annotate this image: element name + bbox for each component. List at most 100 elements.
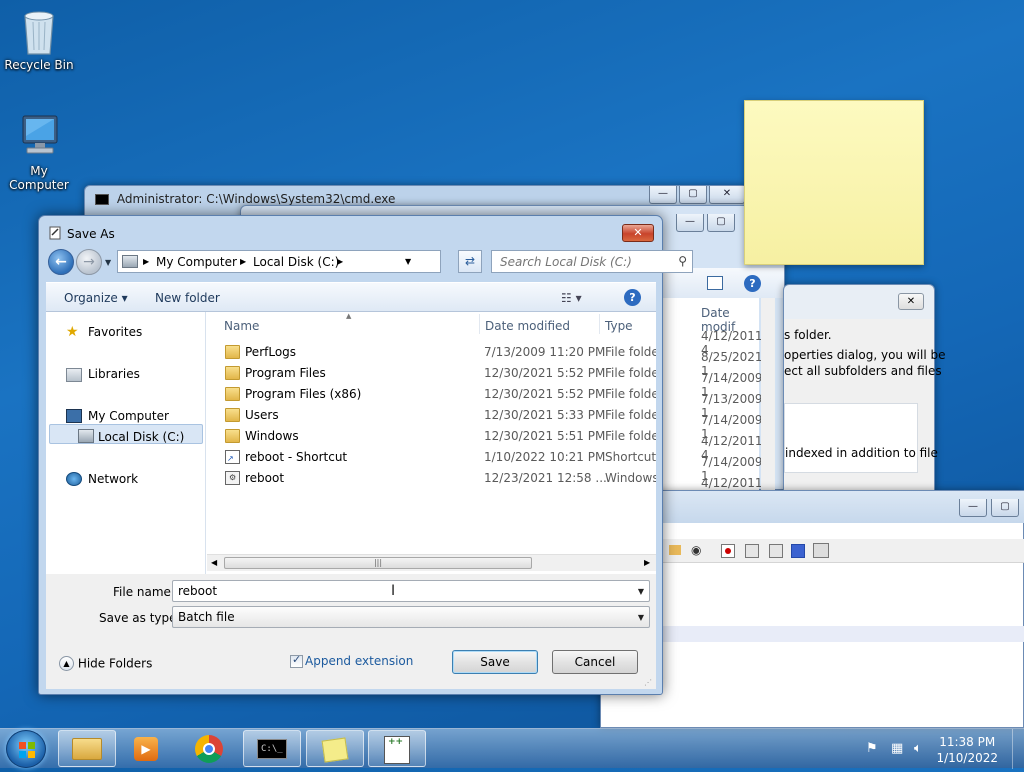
- address-segment-my-computer[interactable]: My Computer: [156, 255, 237, 269]
- column-separator[interactable]: [599, 314, 600, 334]
- properties-window[interactable]: ✕ s folder. operties dialog, you will be…: [783, 284, 945, 494]
- cmd-close-button[interactable]: ✕: [709, 186, 745, 204]
- address-separator[interactable]: ▶: [143, 257, 149, 266]
- chevron-up-icon: ▲: [59, 656, 74, 671]
- explorer-maximize-button[interactable]: ▢: [707, 214, 735, 232]
- taskbar-media-player[interactable]: ▶: [118, 730, 176, 767]
- settings-icon[interactable]: [813, 543, 829, 558]
- file-name: Windows: [245, 429, 299, 443]
- save-as-dialog[interactable]: Save As ✕ ← → ▼ ▶ My Computer ▶ Local Di…: [38, 215, 693, 695]
- taskbar-chrome[interactable]: [180, 730, 238, 767]
- system-clock[interactable]: 11:38 PM 1/10/2022: [936, 734, 998, 766]
- dialog-close-button[interactable]: ✕: [622, 224, 654, 242]
- search-input[interactable]: [498, 252, 668, 272]
- column-header-type[interactable]: Type: [605, 319, 633, 333]
- append-extension-checkbox[interactable]: [290, 653, 303, 668]
- forward-button[interactable]: →: [76, 249, 102, 275]
- explorer-vscroll[interactable]: [761, 298, 775, 491]
- windows-explorer-icon: [72, 738, 102, 760]
- properties-close-button[interactable]: ✕: [898, 293, 924, 310]
- lower-window-row: [601, 626, 1024, 642]
- address-separator[interactable]: ▶: [337, 257, 343, 266]
- arrow-right-icon: →: [83, 254, 95, 270]
- scrollbar-thumb[interactable]: |||: [224, 557, 532, 569]
- record-icon[interactable]: [721, 544, 735, 558]
- address-dropdown-icon[interactable]: ▼: [405, 257, 411, 266]
- file-row[interactable]: ⚙ reboot 12/23/2021 12:58 ... Windows: [207, 468, 656, 489]
- show-desktop-button[interactable]: [1012, 729, 1024, 769]
- desktop-icon-recycle-bin[interactable]: Recycle Bin: [0, 8, 79, 72]
- taskbar-sticky-notes[interactable]: [306, 730, 364, 767]
- cancel-button[interactable]: Cancel: [552, 650, 638, 674]
- preview-pane-icon[interactable]: [707, 276, 723, 290]
- organize-button[interactable]: Organize ▾: [64, 291, 128, 305]
- lower-window-toolbar: ◉: [601, 539, 1024, 563]
- back-button[interactable]: ←: [48, 249, 74, 275]
- help-icon[interactable]: ?: [624, 289, 641, 306]
- append-extension-label[interactable]: Append extension: [305, 654, 413, 668]
- file-row[interactable]: ↗ reboot - Shortcut 1/10/2022 10:21 PM S…: [207, 447, 656, 468]
- nav-item-libraries[interactable]: Libraries: [88, 367, 140, 381]
- hide-folders-button[interactable]: ▲ Hide Folders: [59, 656, 152, 671]
- start-button[interactable]: [6, 730, 46, 768]
- file-date: 12/23/2021 12:58 ...: [484, 471, 607, 485]
- save-as-type-select[interactable]: Batch file ▼: [172, 606, 650, 628]
- lower-minimize-button[interactable]: —: [959, 499, 987, 517]
- network-icon[interactable]: ▦: [891, 741, 903, 756]
- explorer-minimize-button[interactable]: —: [676, 214, 704, 232]
- properties-text: operties dialog, you will be: [784, 348, 946, 362]
- file-name-field[interactable]: reboot I ▼: [172, 580, 650, 602]
- refresh-button[interactable]: ⇄: [458, 250, 482, 273]
- taskbar-cmd[interactable]: C:\_: [243, 730, 301, 767]
- file-row[interactable]: Users 12/30/2021 5:33 PM File folder: [207, 405, 656, 426]
- file-row[interactable]: PerfLogs 7/13/2009 11:20 PM File folder: [207, 342, 656, 363]
- fast-forward-icon[interactable]: [791, 544, 805, 558]
- scroll-left-arrow[interactable]: ◀: [211, 558, 217, 567]
- search-box[interactable]: ⚲: [491, 250, 693, 273]
- chevron-down-icon[interactable]: ▼: [638, 587, 644, 596]
- address-bar[interactable]: ▶ My Computer ▶ Local Disk (C:) ▶ ▼: [117, 250, 441, 273]
- recent-pages-dropdown[interactable]: ▼: [105, 258, 111, 267]
- play-icon[interactable]: [769, 544, 783, 558]
- properties-text: s folder.: [784, 328, 832, 342]
- file-type: Shortcut: [605, 450, 656, 464]
- chevron-down-icon[interactable]: ▼: [638, 613, 644, 622]
- save-button[interactable]: Save: [452, 650, 538, 674]
- nav-item-my-computer[interactable]: My Computer: [88, 409, 169, 423]
- lower-window[interactable]: — ▢ ◉: [600, 490, 1024, 728]
- volume-icon[interactable]: 🔈︎: [914, 741, 922, 756]
- sticky-note[interactable]: [744, 100, 924, 265]
- taskbar: ▶ C:\_ ++ ⚑ ▦ 🔈︎ 11:38 PM 1/10/2022: [0, 728, 1024, 769]
- taskbar-notepad-plus[interactable]: ++: [368, 730, 426, 767]
- nav-item-local-disk[interactable]: Local Disk (C:): [98, 430, 184, 444]
- horizontal-scrollbar[interactable]: ◀ ||| ▶: [207, 554, 656, 571]
- search-icon[interactable]: ⚲: [678, 254, 687, 268]
- scroll-right-arrow[interactable]: ▶: [644, 558, 650, 567]
- taskbar-windows-explorer[interactable]: [58, 730, 116, 767]
- column-header-name[interactable]: Name: [224, 319, 259, 333]
- action-center-icon[interactable]: ⚑: [866, 741, 878, 756]
- column-header-date-modified[interactable]: Date modified: [485, 319, 570, 333]
- eye-icon[interactable]: ◉: [691, 543, 701, 557]
- address-separator[interactable]: ▶: [240, 257, 246, 266]
- nav-item-network[interactable]: Network: [88, 472, 138, 486]
- folder-icon[interactable]: [669, 545, 681, 555]
- computer-icon: [17, 114, 61, 160]
- lower-maximize-button[interactable]: ▢: [991, 499, 1019, 517]
- lower-window-titlebar[interactable]: — ▢: [601, 491, 1024, 523]
- drive-icon: [122, 255, 138, 268]
- desktop-icon-my-computer[interactable]: My Computer: [0, 114, 79, 192]
- file-row[interactable]: Program Files (x86) 12/30/2021 5:52 PM F…: [207, 384, 656, 405]
- new-folder-button[interactable]: New folder: [155, 291, 220, 305]
- cmd-maximize-button[interactable]: ▢: [679, 186, 707, 204]
- file-row[interactable]: Program Files 12/30/2021 5:52 PM File fo…: [207, 363, 656, 384]
- help-icon[interactable]: ?: [744, 275, 761, 292]
- view-options-icon[interactable]: ☷ ▾: [561, 291, 582, 305]
- stop-icon[interactable]: [745, 544, 759, 558]
- nav-item-favorites[interactable]: Favorites: [88, 325, 142, 339]
- address-segment-local-disk[interactable]: Local Disk (C:): [253, 255, 339, 269]
- column-separator[interactable]: [479, 314, 480, 334]
- cmd-minimize-button[interactable]: —: [649, 186, 677, 204]
- file-row[interactable]: Windows 12/30/2021 5:51 PM File folder: [207, 426, 656, 447]
- resize-grip[interactable]: ⋰: [644, 678, 652, 687]
